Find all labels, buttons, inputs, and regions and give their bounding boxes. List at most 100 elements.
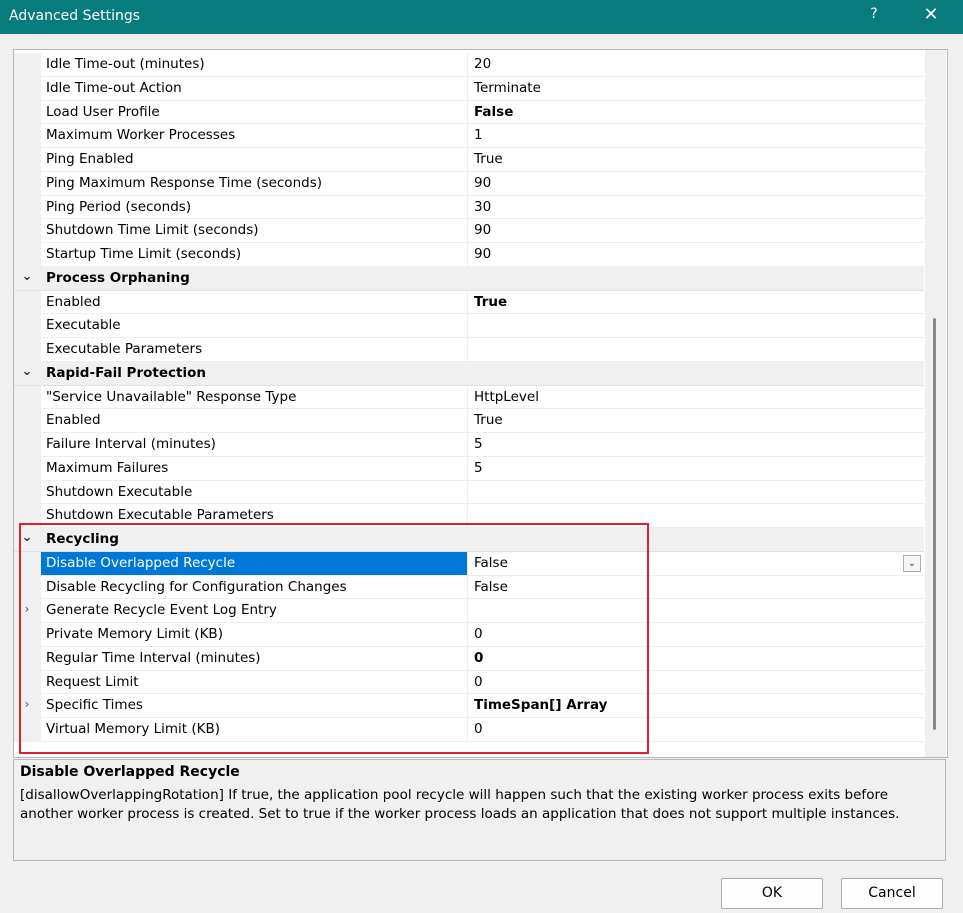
property-row-specific-times[interactable]: › Specific Times TimeSpan[] Array	[14, 694, 924, 718]
property-name[interactable]: Ping Period (seconds)	[41, 195, 468, 219]
property-name[interactable]: Request Limit	[41, 670, 468, 694]
dropdown-button[interactable]: ⌄	[903, 554, 921, 572]
chevron-down-icon[interactable]: ⌄	[20, 269, 34, 284]
property-row-ping-period-seconds[interactable]: Ping Period (seconds) 30	[14, 195, 924, 220]
category-rapid-fail-protection[interactable]: ⌄ Rapid-Fail Protection	[14, 361, 924, 386]
property-name[interactable]: Shutdown Time Limit (seconds)	[41, 219, 468, 242]
property-row-startup-time-limit-seconds[interactable]: Startup Time Limit (seconds) 90	[14, 243, 924, 267]
close-button[interactable]: ✕	[920, 4, 942, 26]
property-row-load-user-profile[interactable]: Load User Profile False	[14, 100, 924, 125]
property-row-shutdown-time-limit-seconds[interactable]: Shutdown Time Limit (seconds) 90	[14, 219, 924, 243]
category-label: Process Orphaning	[46, 269, 190, 286]
cancel-button[interactable]: Cancel	[841, 878, 943, 909]
property-name[interactable]: Disable Overlapped Recycle	[41, 551, 468, 575]
property-value[interactable]: 0	[469, 718, 924, 741]
property-row-service-unavailable-response-type[interactable]: "Service Unavailable" Response Type HttpL…	[14, 385, 924, 410]
property-name[interactable]: Maximum Worker Processes	[41, 124, 468, 147]
chevron-down-icon[interactable]: ⌄	[20, 530, 34, 545]
property-row-enabled[interactable]: Enabled True	[14, 409, 924, 433]
property-value[interactable]	[469, 314, 924, 337]
property-row-disable-overlapped-recycle[interactable]: Disable Overlapped Recycle False ⌄	[14, 551, 924, 576]
property-name[interactable]: Generate Recycle Event Log Entry	[41, 599, 468, 622]
ok-button[interactable]: OK	[721, 878, 823, 909]
property-row-disable-recycling-for-configuration-changes[interactable]: Disable Recycling for Configuration Chan…	[14, 575, 924, 600]
property-value[interactable]: HttpLevel	[469, 386, 924, 409]
property-value[interactable]: 90	[469, 219, 924, 242]
property-name[interactable]: Load User Profile	[41, 100, 468, 124]
row-gutter	[14, 76, 41, 100]
help-button[interactable]: ?	[866, 6, 882, 22]
property-row-generate-recycle-event-log-entry[interactable]: › Generate Recycle Event Log Entry	[14, 599, 924, 623]
property-value[interactable]: 1	[469, 124, 924, 147]
property-name[interactable]: Virtual Memory Limit (KB)	[41, 718, 468, 741]
property-value[interactable]: 5	[469, 457, 924, 480]
property-row-shutdown-executable[interactable]: Shutdown Executable	[14, 480, 924, 505]
property-name[interactable]: Maximum Failures	[41, 456, 468, 480]
property-name[interactable]: Ping Maximum Response Time (seconds)	[41, 171, 468, 195]
vertical-scrollbar[interactable]	[925, 50, 946, 757]
property-value[interactable]: True	[469, 409, 924, 432]
property-row-private-memory-limit-kb[interactable]: Private Memory Limit (KB) 0	[14, 623, 924, 647]
property-value[interactable]: False	[469, 576, 924, 599]
description-panel: Disable Overlapped Recycle [disallowOver…	[13, 759, 946, 861]
property-value[interactable]: 30	[469, 196, 924, 219]
description-text: [disallowOverlappingRotation] If true, t…	[20, 787, 900, 822]
property-row-idle-time-out-minutes[interactable]: Idle Time-out (minutes) 20	[14, 53, 924, 77]
property-name[interactable]: Executable Parameters	[41, 338, 468, 361]
property-value[interactable]: 20	[469, 53, 924, 76]
property-name[interactable]: Idle Time-out (minutes)	[41, 53, 468, 76]
property-name[interactable]: Enabled	[41, 290, 468, 314]
property-row-regular-time-interval-minutes[interactable]: Regular Time Interval (minutes) 0	[14, 646, 924, 671]
property-name[interactable]: Shutdown Executable Parameters	[41, 504, 468, 527]
chevron-right-icon[interactable]: ›	[20, 697, 34, 711]
property-row-shutdown-executable-parameters[interactable]: Shutdown Executable Parameters	[14, 504, 924, 528]
property-name[interactable]: Idle Time-out Action	[41, 76, 468, 100]
property-value[interactable]: 90	[469, 243, 924, 266]
property-row-request-limit[interactable]: Request Limit 0	[14, 670, 924, 695]
property-row-failure-interval-minutes[interactable]: Failure Interval (minutes) 5	[14, 433, 924, 457]
category-process-orphaning[interactable]: ⌄ Process Orphaning	[14, 266, 924, 291]
property-row-maximum-worker-processes[interactable]: Maximum Worker Processes 1	[14, 124, 924, 148]
chevron-down-icon[interactable]: ⌄	[20, 364, 34, 379]
property-row-ping-maximum-response-time-seconds[interactable]: Ping Maximum Response Time (seconds) 90	[14, 171, 924, 196]
property-name[interactable]: Executable	[41, 314, 468, 337]
property-row-maximum-failures[interactable]: Maximum Failures 5	[14, 456, 924, 481]
property-value[interactable]: 0	[469, 623, 924, 646]
row-gutter	[14, 409, 41, 432]
property-name[interactable]: Shutdown Executable	[41, 480, 468, 504]
property-name[interactable]: Regular Time Interval (minutes)	[41, 646, 468, 670]
property-row-ping-enabled[interactable]: Ping Enabled True	[14, 148, 924, 172]
property-value[interactable]: 0	[469, 671, 924, 694]
property-value[interactable]	[469, 338, 924, 361]
property-value[interactable]	[469, 599, 924, 622]
category-recycling[interactable]: ⌄ Recycling	[14, 528, 924, 552]
chevron-right-icon[interactable]: ›	[20, 602, 34, 616]
property-name[interactable]: "Service Unavailable" Response Type	[41, 385, 468, 409]
property-row-executable-parameters[interactable]: Executable Parameters	[14, 338, 924, 362]
row-gutter	[14, 171, 41, 195]
property-name[interactable]: Disable Recycling for Configuration Chan…	[41, 575, 468, 599]
property-value[interactable]	[469, 481, 924, 504]
property-value[interactable]: TimeSpan[] Array	[469, 694, 924, 717]
row-gutter	[14, 385, 41, 409]
property-value[interactable]: 0	[469, 647, 924, 670]
property-name[interactable]: Startup Time Limit (seconds)	[41, 243, 468, 266]
property-value[interactable]: False	[469, 101, 924, 124]
property-value[interactable]	[469, 504, 924, 527]
property-name[interactable]: Enabled	[41, 409, 468, 432]
property-row-virtual-memory-limit-kb[interactable]: Virtual Memory Limit (KB) 0	[14, 718, 924, 742]
property-row-idle-time-out-action[interactable]: Idle Time-out Action Terminate	[14, 76, 924, 101]
property-row-enabled[interactable]: Enabled True	[14, 290, 924, 315]
property-value[interactable]: Terminate	[469, 77, 924, 100]
property-name[interactable]: Failure Interval (minutes)	[41, 433, 468, 456]
property-value[interactable]: True	[469, 148, 924, 171]
property-name[interactable]: Private Memory Limit (KB)	[41, 623, 468, 646]
property-value[interactable]: True	[469, 291, 924, 314]
property-row-executable[interactable]: Executable	[14, 314, 924, 338]
scrollbar-thumb[interactable]	[933, 318, 936, 730]
property-value[interactable]: False	[469, 552, 924, 575]
property-name[interactable]: Ping Enabled	[41, 148, 468, 171]
property-name[interactable]: Specific Times	[41, 694, 468, 717]
property-value[interactable]: 90	[469, 172, 924, 195]
property-value[interactable]: 5	[469, 433, 924, 456]
